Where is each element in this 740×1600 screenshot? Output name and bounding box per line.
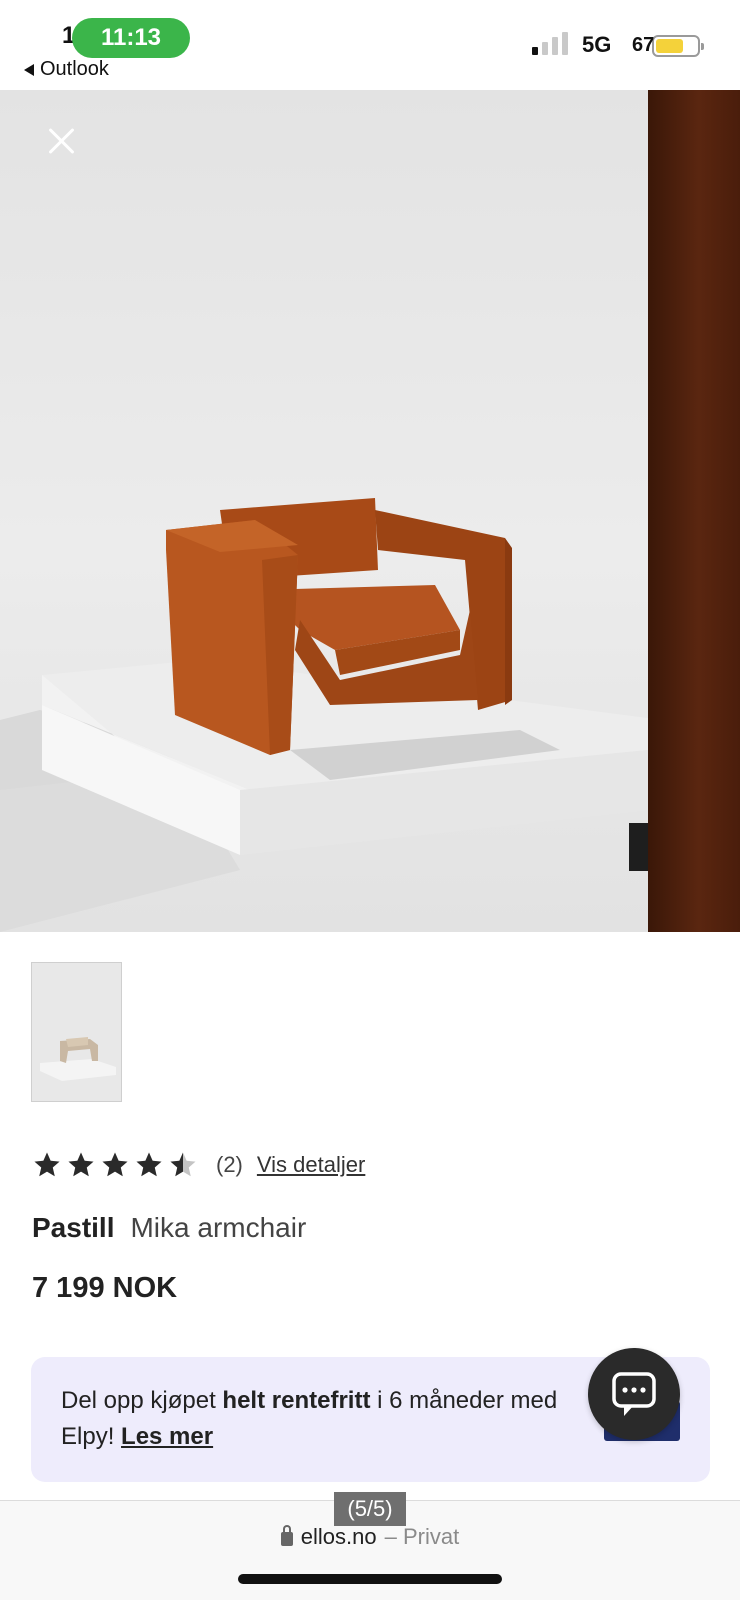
battery-fill — [656, 39, 683, 53]
thumbnail-image[interactable] — [31, 962, 122, 1102]
battery-percent: 67 — [632, 34, 655, 56]
thumbnail-armchair-icon — [32, 963, 121, 1101]
status-time[interactable]: 11:13 — [72, 18, 190, 58]
next-image-preview[interactable] — [648, 90, 740, 932]
financing-text-bold: helt rentefritt — [222, 1387, 371, 1414]
url-display[interactable]: ellos.no – Privat — [0, 1524, 740, 1550]
product-name: Mika armchair — [130, 1212, 307, 1243]
close-icon[interactable] — [42, 122, 82, 162]
page-indicator: (5/5) — [334, 1492, 406, 1526]
star-icon — [136, 1152, 162, 1177]
url-domain: ellos.no — [300, 1524, 377, 1549]
rating-count: (2) — [216, 1152, 243, 1177]
star-icon — [102, 1152, 128, 1177]
back-app-label: Outlook — [40, 58, 109, 80]
product-brand: Pastill — [32, 1212, 115, 1243]
read-more-link[interactable]: Les mer — [121, 1423, 213, 1450]
financing-text-start: Del opp kjøpet — [61, 1387, 223, 1414]
home-indicator[interactable] — [238, 1574, 502, 1584]
armchair-photo — [0, 498, 648, 932]
network-type: 5G — [582, 32, 612, 57]
back-triangle-icon — [24, 63, 34, 76]
battery-icon: 67 — [632, 34, 704, 57]
product-rating: (2) Vis detaljer — [32, 1150, 365, 1180]
status-bar: 1 11:13 Outlook 5G 67 — [0, 0, 740, 90]
chat-bubble-icon — [612, 1372, 656, 1416]
lock-icon — [280, 1525, 293, 1546]
product-title: Pastill Mika armchair — [32, 1212, 306, 1244]
product-price: 7 199 NOK — [32, 1272, 178, 1304]
star-icon — [34, 1152, 60, 1177]
product-image-gallery[interactable]: 2 / 5 — [0, 90, 740, 932]
private-mode-label: – Privat — [384, 1524, 460, 1549]
signal-strength-icon — [532, 32, 568, 55]
chat-button[interactable] — [588, 1348, 680, 1440]
battery-nub — [701, 43, 704, 50]
view-details-link[interactable]: Vis detaljer — [257, 1152, 365, 1178]
star-icon — [68, 1152, 94, 1177]
rating-stars — [32, 1150, 198, 1180]
star-icon — [170, 1152, 196, 1177]
back-to-app-button[interactable]: Outlook — [24, 58, 109, 81]
image-counter: 2 / 5 — [629, 823, 648, 871]
product-image[interactable]: 2 / 5 — [0, 90, 648, 932]
financing-text: Del opp kjøpet helt rentefritt i 6 måned… — [61, 1383, 581, 1455]
